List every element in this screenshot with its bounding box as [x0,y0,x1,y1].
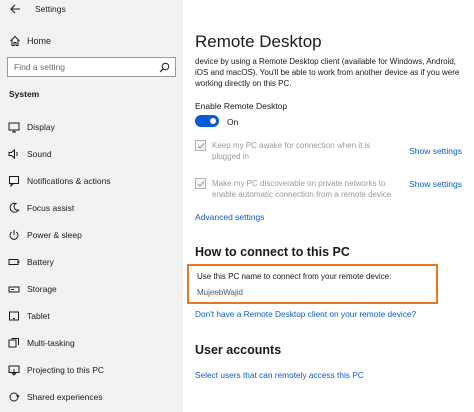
window-title: Settings [35,4,66,14]
checkmark-icon [197,181,205,187]
keep-awake-checkbox[interactable] [195,140,206,151]
main-content: Remote Desktop device by using a Remote … [183,0,474,412]
sidebar-item-tablet[interactable]: Tablet [0,305,183,327]
sidebar-item-label: Focus assist [27,203,75,213]
home-icon [10,35,20,46]
sidebar-item-projecting[interactable]: Projecting to this PC [0,359,183,381]
sidebar-item-power-sleep[interactable]: Power & sleep [0,224,183,246]
back-arrow-icon[interactable] [9,3,21,15]
discoverable-text: Make my PC discoverable on private netwo… [212,179,392,199]
pc-name-instruction: Use this PC name to connect from your re… [197,272,392,281]
advanced-settings-link[interactable]: Advanced settings [195,212,264,222]
sidebar-item-display[interactable]: Display [0,116,183,138]
sound-icon [8,148,18,160]
notifications-icon [9,176,19,187]
sidebar-item-label: Sound [27,149,52,159]
display-icon [8,122,20,133]
multitasking-icon [8,338,19,348]
projecting-icon [8,365,20,376]
discoverable-checkbox[interactable] [195,178,206,189]
power-icon [9,230,19,240]
sidebar-item-multi-tasking[interactable]: Multi-tasking [0,332,183,354]
show-settings-link-1[interactable]: Show settings [409,146,462,156]
select-users-link[interactable]: Select users that can remotely access th… [195,370,364,380]
sidebar-item-label: Notifications & actions [27,176,111,186]
sidebar-item-notifications[interactable]: Notifications & actions [0,170,183,192]
sidebar-item-shared-experiences[interactable]: Shared experiences [0,386,183,408]
show-settings-link-2[interactable]: Show settings [409,179,462,189]
sidebar-item-label: Battery [27,257,54,267]
search-icon[interactable] [159,62,170,73]
tablet-icon [9,311,19,321]
sidebar-item-home[interactable]: Home [0,32,183,50]
search-placeholder: Find a setting [14,62,66,72]
shared-experiences-icon [9,392,20,402]
sidebar-item-storage[interactable]: Storage [0,278,183,300]
sidebar-item-label: Multi-tasking [27,338,75,348]
search-input[interactable]: Find a setting [7,57,176,77]
sidebar-item-sound[interactable]: Sound [0,143,183,165]
checkmark-icon [197,143,205,149]
sidebar-item-battery[interactable]: Battery [0,251,183,273]
sidebar-item-focus-assist[interactable]: Focus assist [0,197,183,219]
pc-name-callout: Use this PC name to connect from your re… [187,264,438,304]
title-bar: Settings [0,0,183,20]
page-title: Remote Desktop [195,32,322,51]
sidebar-item-label: Projecting to this PC [27,365,105,375]
pc-name-value: MujeebWajid [197,288,243,297]
discoverable-setting: Make my PC discoverable on private netwo… [195,178,474,202]
sidebar-item-label: Storage [27,284,57,294]
section-label-system: System [9,89,40,99]
sidebar-item-label: Power & sleep [27,230,82,240]
storage-icon [8,286,20,293]
toggle-state-label: On [227,117,239,127]
sidebar: Settings Home Find a setting System Disp… [0,0,183,412]
battery-icon [8,259,20,265]
enable-remote-desktop-label: Enable Remote Desktop [195,101,288,111]
how-to-connect-heading: How to connect to this PC [195,245,350,259]
keep-awake-text: Keep my PC awake for connection when it … [212,141,371,161]
home-label: Home [27,36,52,46]
sidebar-item-label: Tablet [27,311,50,321]
user-accounts-heading: User accounts [195,343,282,357]
remote-desktop-description: device by using a Remote Desktop client … [195,57,460,88]
enable-remote-desktop-toggle[interactable] [195,115,219,127]
focus-assist-icon [9,202,20,213]
no-client-link[interactable]: Don't have a Remote Desktop client on yo… [195,309,416,319]
sidebar-item-label: Shared experiences [27,392,103,402]
keep-awake-setting: Keep my PC awake for connection when it … [195,140,474,164]
sidebar-item-label: Display [27,122,55,132]
